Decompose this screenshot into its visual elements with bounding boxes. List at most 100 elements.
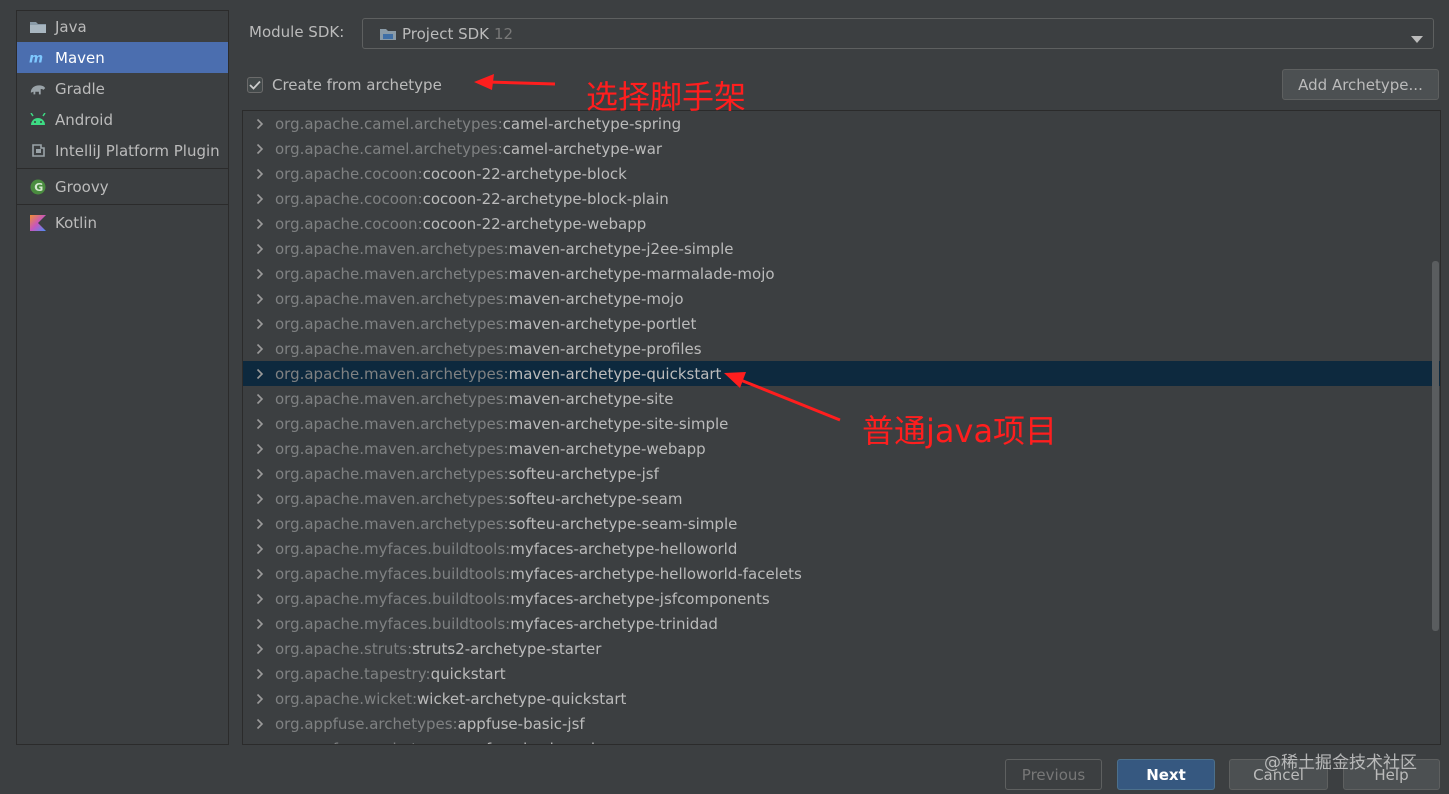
archetype-group-id: org.apache.cocoon: — [275, 214, 423, 233]
chevron-right-icon[interactable] — [243, 318, 275, 330]
create-from-archetype-checkbox[interactable]: Create from archetype — [247, 76, 442, 94]
archetype-group-id: org.apache.myfaces.buildtools: — [275, 589, 511, 608]
chevron-right-icon[interactable] — [243, 118, 275, 130]
chevron-right-icon[interactable] — [243, 218, 275, 230]
archetype-group-id: org.apache.camel.archetypes: — [275, 139, 503, 158]
sidebar-item-groovy[interactable]: G Groovy — [17, 171, 228, 202]
list-item[interactable]: org.apache.myfaces.buildtools: myfaces-ar… — [243, 586, 1440, 611]
chevron-right-icon[interactable] — [243, 268, 275, 280]
list-item[interactable]: org.apache.maven.archetypes: maven-archet… — [243, 336, 1440, 361]
list-item[interactable]: org.apache.camel.archetypes: camel-archet… — [243, 136, 1440, 161]
list-item[interactable]: org.apache.maven.archetypes: maven-archet… — [243, 311, 1440, 336]
archetype-artifact-id: softeu-archetype-jsf — [508, 464, 659, 483]
list-item[interactable]: org.apache.maven.archetypes: softeu-arche… — [243, 461, 1440, 486]
list-item[interactable]: org.apache.maven.archetypes: maven-archet… — [243, 436, 1440, 461]
archetype-artifact-id: maven-archetype-mojo — [508, 289, 684, 308]
chevron-right-icon[interactable] — [243, 668, 275, 680]
chevron-right-icon[interactable] — [243, 618, 275, 630]
archetype-group-id: org.apache.tapestry: — [275, 664, 431, 683]
chevron-right-icon[interactable] — [243, 718, 275, 730]
archetype-group-id: org.apache.maven.archetypes: — [275, 264, 509, 283]
archetype-group-id: org.apache.maven.archetypes: — [275, 314, 509, 333]
list-item[interactable]: org.apache.struts: struts2-archetype-star… — [243, 636, 1440, 661]
archetype-artifact-id: cocoon-22-archetype-block-plain — [422, 189, 669, 208]
sidebar-item-intellij-platform-plugin[interactable]: IntelliJ Platform Plugin — [17, 135, 228, 166]
chevron-right-icon[interactable] — [243, 593, 275, 605]
archetype-artifact-id: myfaces-archetype-jsfcomponents — [510, 589, 770, 608]
chevron-right-icon[interactable] — [243, 243, 275, 255]
chevron-right-icon[interactable] — [243, 643, 275, 655]
archetype-artifact-id: maven-archetype-marmalade-mojo — [508, 264, 775, 283]
archetype-artifact-id: softeu-archetype-seam — [508, 489, 683, 508]
archetype-artifact-id: maven-archetype-quickstart — [508, 364, 722, 383]
list-item[interactable]: org.apache.cocoon: cocoon-22-archetype-bl… — [243, 186, 1440, 211]
chevron-right-icon[interactable] — [243, 568, 275, 580]
plugin-icon — [29, 142, 47, 160]
add-archetype-button[interactable]: Add Archetype... — [1282, 69, 1439, 100]
chevron-right-icon[interactable] — [243, 293, 275, 305]
chevron-right-icon[interactable] — [243, 743, 275, 744]
list-item[interactable]: org.apache.myfaces.buildtools: myfaces-ar… — [243, 611, 1440, 636]
groovy-icon: G — [29, 178, 47, 196]
list-item[interactable]: org.apache.myfaces.buildtools: myfaces-ar… — [243, 561, 1440, 586]
chevron-right-icon[interactable] — [243, 418, 275, 430]
archetype-group-id: org.apache.maven.archetypes: — [275, 239, 509, 258]
list-item[interactable]: org.apache.maven.archetypes: softeu-arche… — [243, 511, 1440, 536]
svg-text:G: G — [34, 181, 43, 194]
chevron-right-icon[interactable] — [243, 468, 275, 480]
sidebar-item-label: Android — [55, 110, 113, 129]
list-item[interactable]: org.appfuse.archetypes: appfuse-basic-jsf — [243, 711, 1440, 736]
chevron-right-icon[interactable] — [243, 168, 275, 180]
checkbox-checked-icon[interactable] — [247, 77, 263, 93]
sidebar-item-maven[interactable]: m Maven — [17, 42, 228, 73]
chevron-right-icon[interactable] — [243, 443, 275, 455]
archetype-artifact-id: myfaces-archetype-trinidad — [510, 614, 718, 633]
list-item[interactable]: org.apache.maven.archetypes: maven-archet… — [243, 361, 1440, 386]
list-item[interactable]: org.apache.maven.archetypes: maven-archet… — [243, 236, 1440, 261]
chevron-right-icon[interactable] — [243, 493, 275, 505]
sidebar-divider — [17, 204, 228, 205]
list-item[interactable]: org.apache.maven.archetypes: maven-archet… — [243, 261, 1440, 286]
list-item[interactable]: org.apache.wicket: wicket-archetype-quick… — [243, 686, 1440, 711]
module-sdk-select[interactable]: Project SDK 12 — [362, 18, 1434, 49]
list-item[interactable]: org.apache.tapestry: quickstart — [243, 661, 1440, 686]
watermark: @稀土掘金技术社区 — [1264, 753, 1417, 773]
vertical-scrollbar[interactable] — [1432, 261, 1439, 631]
annotation-select-archetype: 选择脚手架 — [586, 78, 747, 116]
sidebar-item-kotlin[interactable]: Kotlin — [17, 207, 228, 238]
list-item[interactable]: org.apache.cocoon: cocoon-22-archetype-we… — [243, 211, 1440, 236]
chevron-right-icon[interactable] — [243, 143, 275, 155]
list-item[interactable]: org.apache.maven.archetypes: softeu-arche… — [243, 486, 1440, 511]
chevron-right-icon[interactable] — [243, 193, 275, 205]
list-item[interactable]: org.apache.maven.archetypes: maven-archet… — [243, 386, 1440, 411]
sidebar-item-java[interactable]: Java — [17, 11, 228, 42]
list-item[interactable]: org.apache.camel.archetypes: camel-archet… — [243, 111, 1440, 136]
chevron-right-icon[interactable] — [243, 343, 275, 355]
chevron-right-icon[interactable] — [243, 693, 275, 705]
list-item[interactable]: org.apache.maven.archetypes: maven-archet… — [243, 286, 1440, 311]
chevron-right-icon[interactable] — [243, 393, 275, 405]
gradle-elephant-icon — [29, 80, 47, 98]
sidebar-item-label: IntelliJ Platform Plugin — [55, 141, 220, 160]
archetype-artifact-id: maven-archetype-profiles — [508, 339, 702, 358]
chevron-right-icon[interactable] — [243, 543, 275, 555]
chevron-right-icon[interactable] — [243, 368, 275, 380]
folder-icon — [29, 18, 47, 36]
chevron-right-icon[interactable] — [243, 518, 275, 530]
sidebar-divider — [17, 168, 228, 169]
archetype-artifact-id: maven-archetype-webapp — [508, 439, 706, 458]
archetype-group-id: org.apache.struts: — [275, 639, 413, 658]
archetype-artifact-id: appfuse-basic-spring — [458, 740, 615, 745]
archetype-artifact-id: maven-archetype-site — [508, 389, 674, 408]
list-item[interactable]: org.apache.maven.archetypes: maven-archet… — [243, 411, 1440, 436]
previous-button[interactable]: Previous — [1005, 759, 1102, 790]
sidebar-item-gradle[interactable]: Gradle — [17, 73, 228, 104]
archetype-group-id: org.apache.cocoon: — [275, 189, 423, 208]
archetype-artifact-id: myfaces-archetype-helloworld-facelets — [510, 564, 802, 583]
next-button[interactable]: Next — [1117, 759, 1215, 790]
archetype-list[interactable]: org.apache.camel.archetypes: camel-archet… — [242, 110, 1441, 745]
list-item[interactable]: org.apache.myfaces.buildtools: myfaces-ar… — [243, 536, 1440, 561]
list-item[interactable]: org.apache.cocoon: cocoon-22-archetype-bl… — [243, 161, 1440, 186]
sidebar-item-android[interactable]: Android — [17, 104, 228, 135]
list-item[interactable]: org.appfuse.archetypes:appfuse-basic-spr… — [243, 736, 1440, 745]
